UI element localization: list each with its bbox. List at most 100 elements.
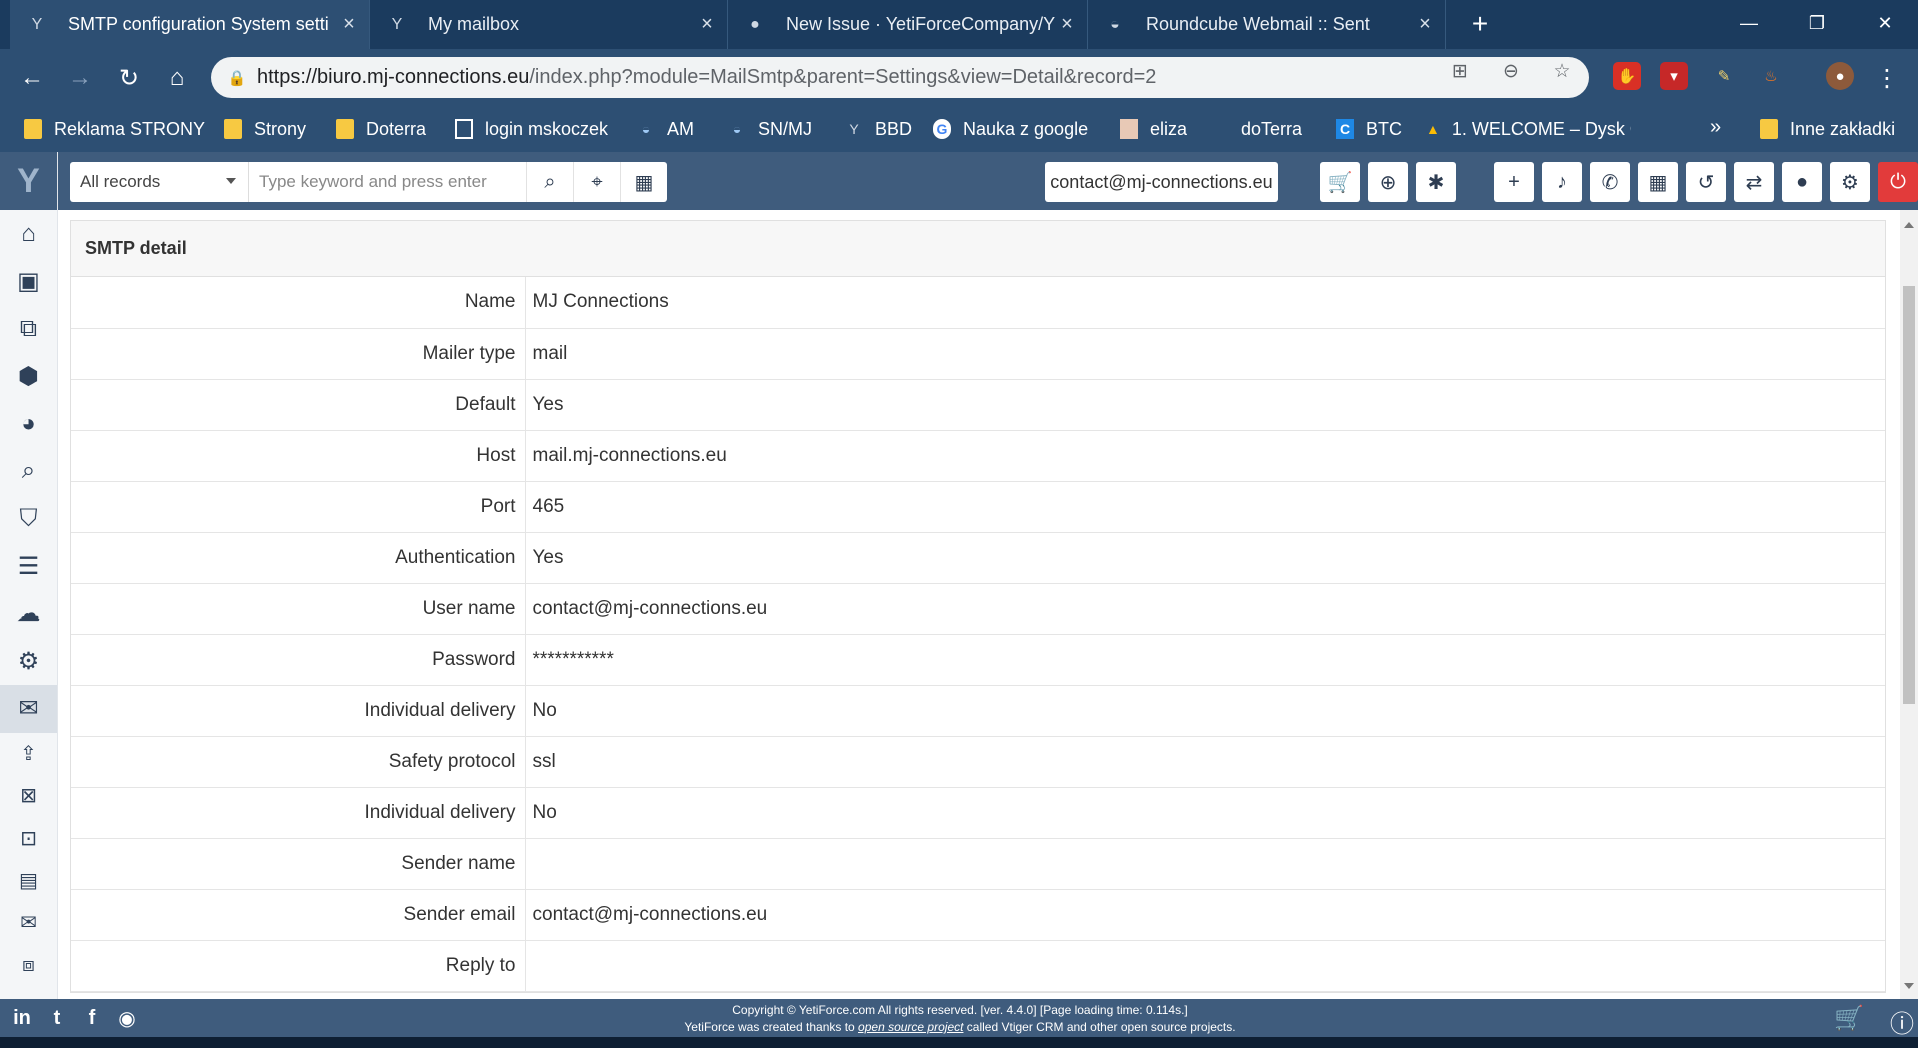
briefcase-icon[interactable]: ▣: [0, 258, 57, 306]
yeti-icon: Y: [31, 15, 43, 33]
lifebuoy-icon[interactable]: ⊕: [1368, 162, 1408, 202]
search-icon[interactable]: ⌕: [526, 162, 573, 202]
contact-card-icon[interactable]: ▤: [0, 859, 57, 901]
open-source-link[interactable]: open source project: [858, 1020, 963, 1034]
bookmark-reklama[interactable]: Reklama STRONY: [24, 116, 205, 142]
bookmark-bbd[interactable]: Y BBD: [845, 116, 912, 142]
more-menu-icon[interactable]: ⋮: [1870, 61, 1904, 95]
history-icon[interactable]: ↺: [1686, 162, 1726, 202]
palette-icon[interactable]: ◕: [0, 400, 57, 448]
bookmark-nauka[interactable]: G Nauka z google: [933, 116, 1088, 142]
mail-queue-icon[interactable]: ⧈: [0, 944, 57, 986]
user-icon[interactable]: ●: [1782, 162, 1822, 202]
content-scrollbar[interactable]: [1900, 210, 1918, 999]
user-settings-icon[interactable]: ⚙: [1830, 162, 1870, 202]
pocket-extension-icon[interactable]: ▾: [1660, 62, 1688, 90]
new-tab-button[interactable]: +: [1465, 10, 1495, 40]
bookmark-doterra-folder[interactable]: Doterra: [336, 116, 426, 142]
mail-settings-icon[interactable]: ✉: [0, 685, 57, 733]
close-icon[interactable]: ×: [1055, 13, 1079, 36]
forward-arrow-icon[interactable]: →: [63, 61, 97, 95]
zoom-icon[interactable]: ⊖: [1499, 59, 1523, 83]
shield-icon[interactable]: ⛉: [0, 495, 57, 543]
server-icon[interactable]: ☰: [0, 543, 57, 591]
table-row: Reply to: [71, 940, 1885, 992]
smtp-detail-panel: SMTP detail Name MJ Connections Mailer ty…: [70, 220, 1886, 993]
field-label: Individual delivery: [71, 685, 526, 737]
bell-icon[interactable]: ♪: [1542, 162, 1582, 202]
records-select[interactable]: All records: [70, 162, 248, 202]
mailbox-select-button[interactable]: contact@mj-connections.eu: [1045, 162, 1278, 202]
github-icon[interactable]: ◉: [114, 1005, 140, 1031]
window-close-button[interactable]: ✕: [1852, 0, 1918, 46]
fire-extension-icon[interactable]: ♨: [1757, 62, 1785, 90]
plus-icon[interactable]: +: [1494, 162, 1534, 202]
bookmark-snmj[interactable]: ◒ SN/MJ: [728, 116, 812, 142]
restore-button[interactable]: ❐: [1784, 0, 1850, 46]
folder-icon: [24, 119, 42, 139]
colorpicker-extension-icon[interactable]: ✎: [1710, 62, 1738, 90]
bookmark-am[interactable]: ◒ AM: [637, 116, 694, 142]
table-row: Sender name: [71, 838, 1885, 890]
back-arrow-icon[interactable]: ←: [15, 61, 49, 95]
table-row: Port 465: [71, 481, 1885, 533]
cube-icon[interactable]: ⬢: [0, 353, 57, 401]
chat-icon[interactable]: ✆: [1590, 162, 1630, 202]
field-value: [525, 940, 1885, 992]
bookmarks-more-button[interactable]: »: [1710, 116, 1721, 139]
search-list-icon[interactable]: ⌕: [0, 448, 57, 496]
scroll-up-icon[interactable]: [1904, 222, 1914, 228]
table-row: Name MJ Connections: [71, 277, 1885, 329]
calendar-icon[interactable]: ▦: [1638, 162, 1678, 202]
bookmark-doterra[interactable]: doTerra: [1223, 116, 1302, 142]
facebook-icon[interactable]: f: [79, 1005, 105, 1031]
browser-tab-mailbox[interactable]: Y My mailbox ×: [370, 0, 728, 49]
translate-icon[interactable]: ⊞: [1448, 59, 1472, 83]
bookmark-star-icon[interactable]: ☆: [1550, 59, 1574, 83]
upload-icon[interactable]: ⇪: [0, 733, 57, 775]
cart-icon[interactable]: 🛒: [1834, 1004, 1864, 1033]
bookmark-login[interactable]: login mskoczek: [455, 116, 608, 142]
minimize-button[interactable]: —: [1716, 0, 1782, 46]
scroll-down-icon[interactable]: [1904, 983, 1914, 989]
info-icon[interactable]: ⓘ: [1890, 1004, 1914, 1039]
close-icon[interactable]: ×: [695, 13, 719, 36]
field-label: Authentication: [71, 532, 526, 584]
browser-tab-smtp[interactable]: Y SMTP configuration System setti ×: [10, 0, 370, 49]
bookmark-eliza[interactable]: eliza: [1120, 116, 1187, 142]
cart-icon[interactable]: 🛒: [1320, 162, 1360, 202]
browser-tab-github[interactable]: ● New Issue · YetiForceCompany/Y ×: [728, 0, 1088, 49]
close-icon[interactable]: ×: [337, 13, 361, 36]
folder-icon: [1760, 119, 1778, 139]
github-icon: ●: [750, 15, 760, 33]
scrollbar-thumb[interactable]: [1903, 286, 1915, 704]
avatar[interactable]: ●: [1826, 62, 1854, 90]
url-field[interactable]: 🔒 https://biuro.mj-connections.eu/index.…: [211, 57, 1589, 98]
adblock-extension-icon[interactable]: ✋: [1613, 62, 1641, 90]
twitter-icon[interactable]: t: [44, 1005, 70, 1031]
other-bookmarks[interactable]: Inne zakładki: [1760, 116, 1895, 142]
grid-icon[interactable]: ▦: [620, 162, 667, 202]
reload-icon[interactable]: ↻: [112, 61, 146, 95]
bug-icon[interactable]: ✱: [1416, 162, 1456, 202]
bookmark-btc[interactable]: C BTC: [1336, 116, 1402, 142]
crosshair-icon[interactable]: ⌖: [573, 162, 620, 202]
yetiforce-logo[interactable]: Y: [0, 152, 57, 210]
bookmark-welcome[interactable]: ▲ 1. WELCOME – Dysk G: [1426, 116, 1631, 142]
search-input[interactable]: [248, 162, 526, 202]
home-icon[interactable]: ⌂: [160, 61, 194, 95]
transfer-icon[interactable]: ⇄: [1734, 162, 1774, 202]
browser-tab-roundcube[interactable]: ◒ Roundcube Webmail :: Sent ×: [1088, 0, 1446, 49]
home-icon[interactable]: ⌂: [0, 210, 57, 258]
gear-icon[interactable]: ⚙: [0, 638, 57, 686]
bookmark-strony[interactable]: Strony: [224, 116, 306, 142]
envelope-icon[interactable]: ✉: [0, 902, 57, 944]
linkedin-icon[interactable]: in: [9, 1005, 35, 1031]
mail-template-icon[interactable]: ⊠: [0, 775, 57, 817]
cloud-icon[interactable]: ☁: [0, 590, 57, 638]
mail-search-icon[interactable]: ⊡: [0, 817, 57, 859]
puzzle-icon[interactable]: ⧉: [0, 305, 57, 353]
tab-title: Roundcube Webmail :: Sent: [1146, 14, 1370, 34]
close-icon[interactable]: ×: [1413, 13, 1437, 36]
power-icon[interactable]: ⏻: [1878, 162, 1918, 202]
